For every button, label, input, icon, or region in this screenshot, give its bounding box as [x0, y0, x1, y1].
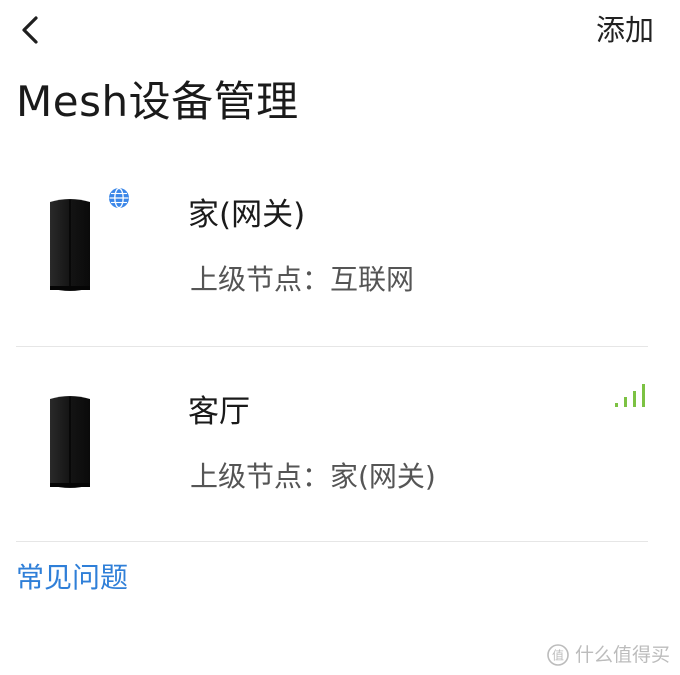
watermark: 值 什么值得买: [547, 643, 670, 667]
add-button[interactable]: 添加: [596, 10, 654, 50]
chevron-left-icon: [22, 16, 38, 44]
page-title: Mesh设备管理: [16, 77, 299, 126]
mesh-device-management-screen: 添加 Mesh设备管理 家(网关) 上级节点：互联网 客厅 上级节点：家(网关)…: [0, 0, 680, 675]
device-row-living-room[interactable]: 客厅 上级节点：家(网关): [16, 369, 648, 543]
zhi-logo-icon: 值: [547, 644, 569, 666]
router-image: [44, 393, 96, 491]
device-parent-node: 上级节点：互联网: [190, 263, 415, 296]
signal-strength-icon: [614, 383, 648, 409]
watermark-text: 什么值得买: [574, 644, 670, 666]
device-name: 客厅: [188, 394, 250, 430]
globe-icon: [108, 187, 130, 209]
device-name: 家(网关): [188, 197, 306, 233]
svg-text:值: 值: [552, 648, 564, 663]
back-button[interactable]: [14, 12, 50, 48]
device-row-gateway[interactable]: 家(网关) 上级节点：互联网: [16, 172, 648, 346]
divider: [16, 541, 648, 542]
device-parent-node: 上级节点：家(网关): [190, 460, 436, 493]
faq-link[interactable]: 常见问题: [16, 558, 128, 598]
router-image: [44, 196, 96, 294]
divider: [16, 346, 648, 347]
